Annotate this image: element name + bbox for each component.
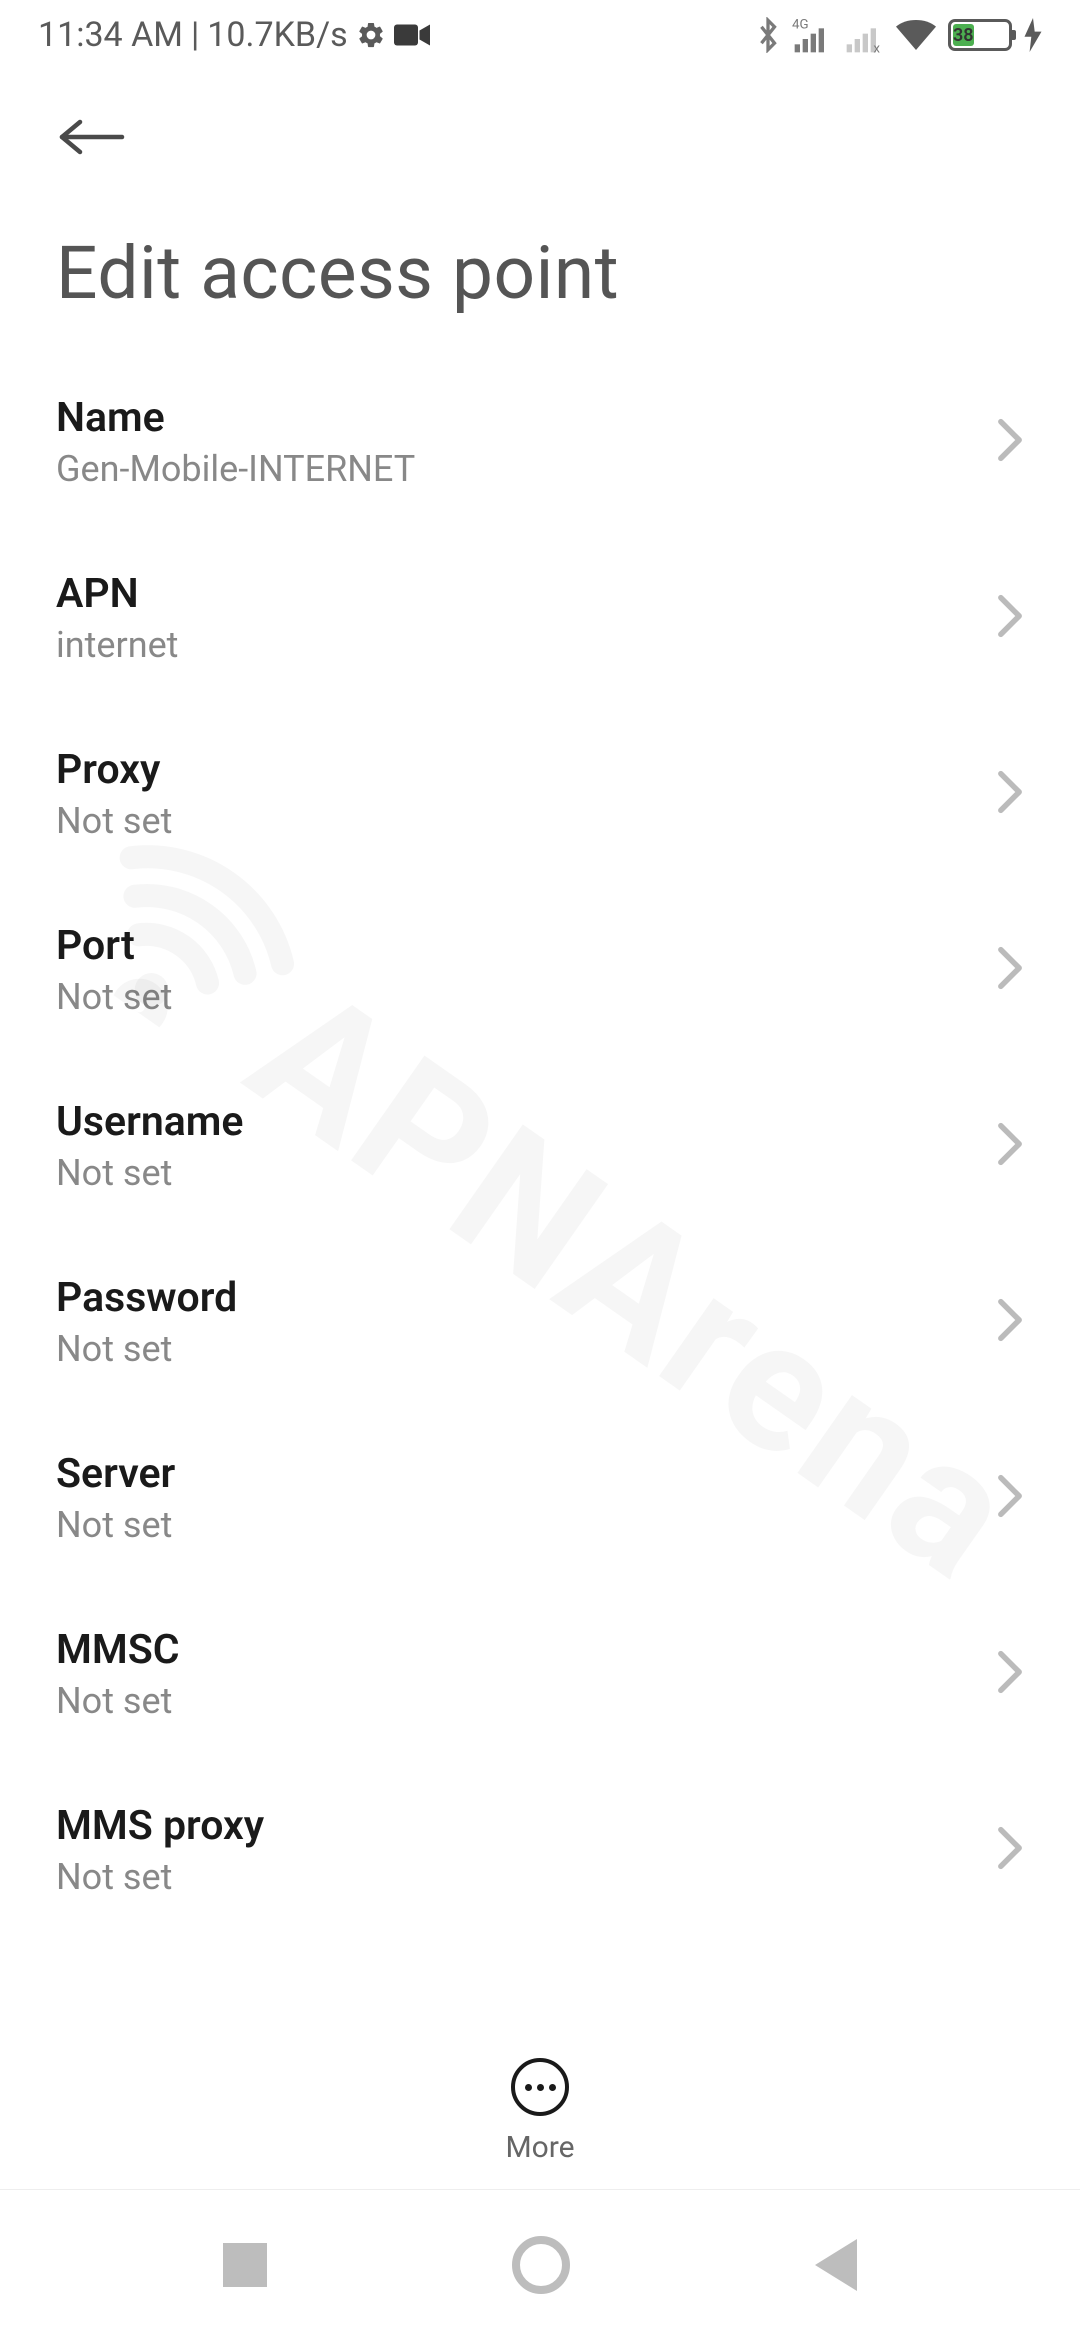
header: [0, 70, 1080, 174]
setting-label: Server: [56, 1450, 175, 1498]
more-button[interactable]: More: [0, 2020, 1080, 2190]
setting-label: Username: [56, 1098, 243, 1146]
gear-icon: [356, 20, 386, 50]
back-button[interactable]: [56, 100, 130, 174]
status-bar: 11:34 AM | 10.7KB/s 4G x 38: [0, 0, 1080, 70]
chevron-right-icon: [996, 594, 1024, 642]
setting-label: Proxy: [56, 746, 172, 794]
page-title: Edit access point: [0, 174, 1080, 354]
chevron-right-icon: [996, 1474, 1024, 1522]
setting-value: Not set: [56, 1856, 264, 1898]
setting-value: Not set: [56, 800, 172, 842]
nav-back-button[interactable]: [815, 2239, 857, 2291]
android-nav-bar: [0, 2190, 1080, 2340]
status-time: 11:34 AM: [38, 15, 183, 55]
setting-label: Name: [56, 394, 415, 442]
setting-password[interactable]: Password Not set: [0, 1234, 1080, 1410]
setting-port[interactable]: Port Not set: [0, 882, 1080, 1058]
setting-value: Not set: [56, 1152, 243, 1194]
setting-value: internet: [56, 624, 178, 666]
svg-text:4G: 4G: [792, 17, 809, 32]
chevron-right-icon: [996, 1650, 1024, 1698]
battery-icon: 38: [948, 19, 1012, 51]
camera-icon: [394, 22, 430, 48]
chevron-right-icon: [996, 946, 1024, 994]
bluetooth-icon: [756, 17, 780, 53]
svg-text:x: x: [873, 41, 880, 53]
chevron-right-icon: [996, 1298, 1024, 1346]
setting-apn[interactable]: APN internet: [0, 530, 1080, 706]
chevron-right-icon: [996, 770, 1024, 818]
more-icon: [511, 2058, 569, 2116]
setting-label: MMSC: [56, 1626, 180, 1674]
setting-value: Not set: [56, 1328, 237, 1370]
nav-home-button[interactable]: [512, 2236, 570, 2294]
setting-label: APN: [56, 570, 178, 618]
setting-mms_proxy[interactable]: MMS proxy Not set: [0, 1762, 1080, 1938]
setting-username[interactable]: Username Not set: [0, 1058, 1080, 1234]
battery-level: 38: [953, 24, 974, 46]
nav-recent-button[interactable]: [223, 2243, 267, 2287]
setting-value: Not set: [56, 976, 172, 1018]
signal-no-sim-icon: x: [844, 17, 884, 53]
signal-4g-icon: 4G: [792, 17, 832, 53]
setting-name[interactable]: Name Gen-Mobile-INTERNET: [0, 354, 1080, 530]
setting-label: MMS proxy: [56, 1802, 264, 1850]
chevron-right-icon: [996, 1826, 1024, 1874]
status-speed: 10.7KB/s: [207, 15, 347, 55]
chevron-right-icon: [996, 418, 1024, 466]
setting-value: Not set: [56, 1680, 180, 1722]
setting-proxy[interactable]: Proxy Not set: [0, 706, 1080, 882]
setting-mmsc[interactable]: MMSC Not set: [0, 1586, 1080, 1762]
setting-value: Gen-Mobile-INTERNET: [56, 448, 415, 490]
setting-value: Not set: [56, 1504, 175, 1546]
setting-label: Port: [56, 922, 172, 970]
wifi-icon: [896, 19, 936, 51]
more-label: More: [505, 2130, 574, 2165]
setting-server[interactable]: Server Not set: [0, 1410, 1080, 1586]
chevron-right-icon: [996, 1122, 1024, 1170]
charging-icon: [1024, 18, 1042, 52]
settings-list: Name Gen-Mobile-INTERNET APN internet Proxy N…: [0, 354, 1080, 1938]
setting-label: Password: [56, 1274, 237, 1322]
